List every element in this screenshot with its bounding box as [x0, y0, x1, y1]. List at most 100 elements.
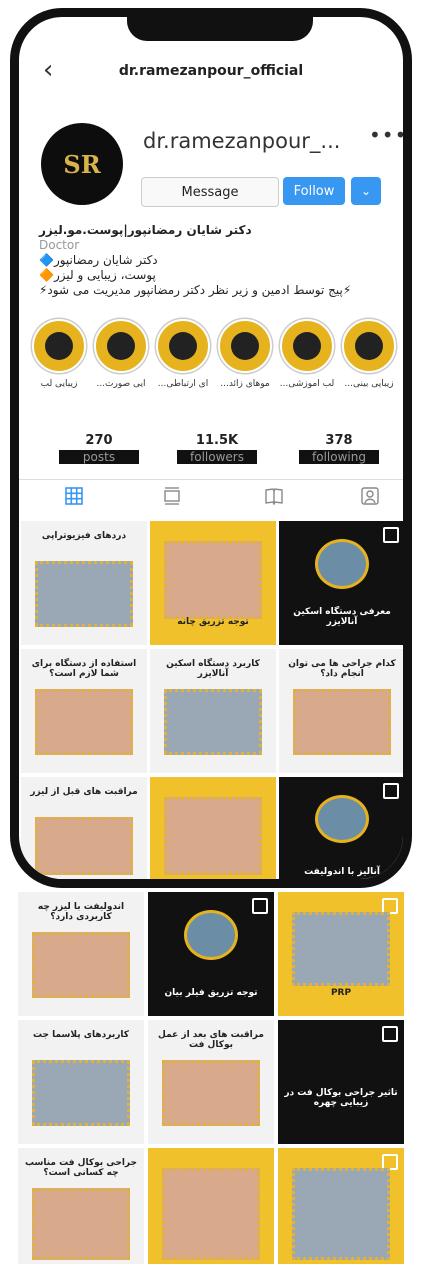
tagged-icon[interactable] [359, 487, 381, 505]
profile-avatar[interactable]: SR [41, 123, 123, 205]
phone-frame: ‹ dr.ramezanpour_official SR dr.ramezanp… [10, 8, 412, 888]
post-photo [162, 1060, 260, 1126]
post-tile[interactable]: کدام جراحی ها می توان انجام داد؟ [279, 649, 403, 773]
post-caption: تاثیر جراحی بوکال فت در زیبایی چهره [284, 1088, 398, 1108]
posts-count: 270 [85, 433, 113, 448]
avatar-logo: SR [63, 149, 101, 179]
post-tile[interactable]: توجه تزریق چانه [150, 521, 276, 645]
post-title: کاربرد دستگاه اسکین آنالایزر [166, 659, 260, 679]
highlight-item[interactable]: ...ایی صورت [93, 319, 149, 389]
profile-bio: دکتر شایان رمضانپور|پوست.مو.لیزر Doctor … [39, 223, 403, 298]
highlight-item[interactable]: ...ای ارتباطی [155, 319, 211, 389]
highlight-item[interactable]: ...موهای زائد [217, 319, 273, 389]
post-photo [35, 817, 133, 875]
posts-label: posts [59, 450, 139, 464]
post-tile[interactable]: کاربرد دستگاه اسکین آنالایزر [150, 649, 276, 773]
post-tile[interactable]: استفاده از دستگاه برای شما لازم است؟ [21, 649, 147, 773]
video-icon [383, 527, 399, 543]
post-tile[interactable]: اندولیفت با لیزر چه کاربردی دارد؟ [18, 892, 144, 1016]
post-tile[interactable] [278, 1148, 404, 1264]
bio-category: Doctor [39, 238, 80, 252]
post-photo [162, 1168, 260, 1260]
post-title: کدام جراحی ها می توان انجام داد؟ [288, 659, 396, 679]
post-tile[interactable]: آنالیز با اندولیفت [279, 777, 403, 879]
tabs-divider [19, 479, 403, 480]
posts-stat[interactable]: 270 posts [59, 433, 139, 464]
post-photo [32, 932, 130, 998]
post-tile[interactable] [150, 777, 276, 879]
post-tile[interactable]: دردهای فیزیوتراپی [21, 521, 147, 645]
lower-posts-grid: اندولیفت با لیزر چه کاربردی دارد؟ توجه ت… [0, 892, 424, 1270]
post-photo [32, 1188, 130, 1260]
top-username: dr.ramezanpour_official [118, 63, 304, 79]
suggested-dropdown-button[interactable]: ⌄ [351, 177, 381, 205]
video-icon [382, 1026, 398, 1042]
highlight-label: ...لب آموزشی [279, 379, 335, 389]
post-title: استفاده از دستگاه برای شما لازم است؟ [31, 659, 137, 679]
message-button[interactable]: Message [141, 177, 279, 207]
highlight-face-icon [94, 319, 148, 373]
video-icon [383, 783, 399, 799]
highlight-lips-icon [32, 319, 86, 373]
post-tile[interactable]: توجه تزریق فیلر بیان [148, 892, 274, 1016]
post-photo [164, 689, 262, 755]
post-tile[interactable]: تاثیر جراحی بوکال فت در زیبایی چهره [278, 1020, 404, 1144]
followers-stat[interactable]: 11.5K followers [177, 433, 257, 464]
post-tile[interactable] [148, 1148, 274, 1264]
post-tile[interactable]: کاربردهای پلاسما جت [18, 1020, 144, 1144]
post-tile[interactable]: جراحی بوکال فت مناسب چه کسانی است؟ [18, 1148, 144, 1264]
highlight-hair-removal-icon [218, 319, 272, 373]
post-title: دردهای فیزیوتراپی [41, 531, 127, 541]
post-photo [35, 689, 133, 755]
post-photo [164, 797, 262, 875]
more-options-icon[interactable]: ••• [369, 123, 403, 147]
post-tile[interactable]: مراقبت های بعد از عمل بوکال فت [148, 1020, 274, 1144]
highlight-education-icon [280, 319, 334, 373]
bio-line-1: دکتر شایان رمضانپور🔷 [39, 253, 158, 267]
post-caption: توجه تزریق فیلر بیان [164, 988, 258, 998]
highlight-label: ...زیبایی بینی [344, 379, 394, 389]
highlight-item[interactable]: ...زیبایی بینی [341, 319, 397, 389]
post-title: مراقبت های قبل از لیزر [30, 787, 138, 797]
highlight-label: زیبایی لب [40, 379, 78, 389]
post-photo [292, 912, 390, 986]
highlight-item[interactable]: زیبایی لب [31, 319, 87, 389]
following-label: following [299, 450, 379, 464]
followers-label: followers [177, 450, 257, 464]
post-photo [35, 561, 133, 627]
top-bar: ‹ dr.ramezanpour_official [19, 55, 403, 91]
post-title: مراقبت های بعد از عمل بوکال فت [158, 1030, 264, 1050]
post-caption: معرفی دستگاه اسکین آنالایزر [293, 607, 391, 627]
guide-icon[interactable] [263, 487, 285, 505]
post-caption: آنالیز با اندولیفت [304, 867, 380, 877]
post-photo [32, 1060, 130, 1126]
follow-button[interactable]: Follow [283, 177, 345, 205]
post-photo [164, 541, 262, 619]
post-caption: PRP [330, 988, 352, 998]
profile-handle: dr.ramezanpour_... [143, 129, 341, 153]
post-caption: توجه تزریق چانه [177, 617, 249, 627]
bio-line-2: پوست، زیبایی و لیزر🔶 [39, 268, 156, 282]
post-tile[interactable]: مراقبت های قبل از لیزر [21, 777, 147, 879]
bio-title: دکتر شایان رمضانپور|پوست.مو.لیزر [39, 223, 252, 237]
highlight-contact-icon [156, 319, 210, 373]
post-tile[interactable]: معرفی دستگاه اسکین آنالایزر [279, 521, 403, 645]
highlight-label: ...ایی صورت [96, 379, 146, 389]
post-title: کاربردهای پلاسما جت [32, 1030, 130, 1040]
highlight-label: ...ای ارتباطی [157, 379, 209, 389]
grid-icon[interactable] [63, 487, 85, 505]
bio-line-3: ⚡پیج توسط ادمین و زیر نظر دکتر رمضانپور … [39, 283, 352, 297]
profile-tabs [19, 487, 403, 511]
post-title: جراحی بوکال فت مناسب چه کسانی است؟ [24, 1158, 138, 1178]
highlight-label: ...موهای زائد [220, 379, 270, 389]
highlight-item[interactable]: ...لب آموزشی [279, 319, 335, 389]
post-photo [293, 689, 391, 755]
highlight-nose-icon [342, 319, 396, 373]
followers-count: 11.5K [195, 433, 239, 448]
post-tile[interactable]: PRP [278, 892, 404, 1016]
feed-icon[interactable] [161, 487, 183, 505]
following-stat[interactable]: 378 following [299, 433, 379, 464]
post-photo [315, 539, 369, 589]
phone-notch [127, 17, 313, 41]
post-photo [315, 795, 369, 843]
